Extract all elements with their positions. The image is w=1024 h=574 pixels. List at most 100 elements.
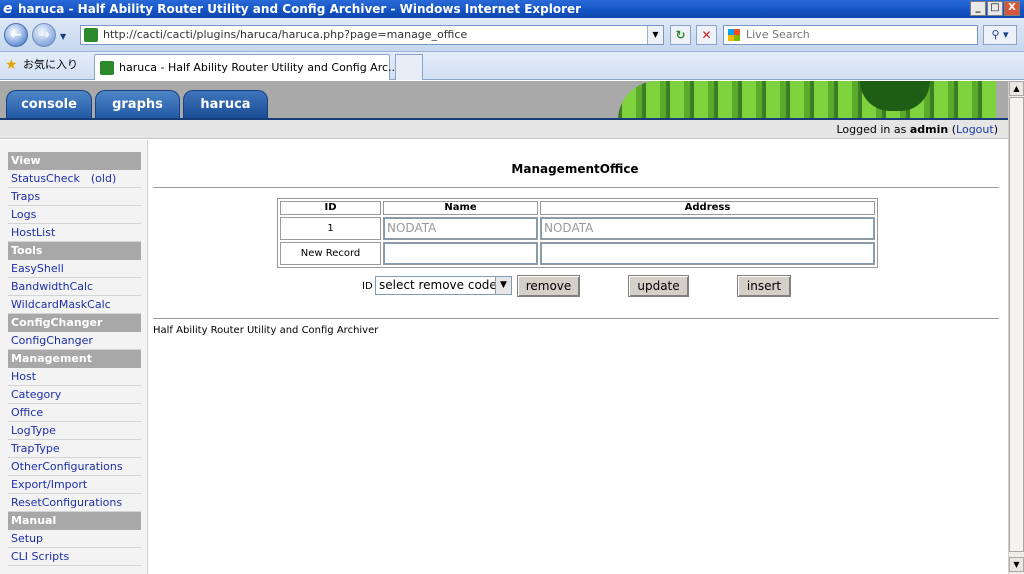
remove-code-value: select remove code: [379, 278, 497, 292]
sidebar-item: HostList: [8, 224, 141, 242]
address-cell: NODATA: [540, 217, 875, 240]
forward-button[interactable]: →: [32, 23, 56, 47]
sidebar-item-link[interactable]: Logs: [11, 208, 36, 221]
tab-graphs[interactable]: graphs: [95, 90, 180, 120]
address-url[interactable]: http://cacti/cacti/plugins/haruca/haruca…: [103, 26, 467, 44]
sidebar-item-link[interactable]: ConfigChanger: [11, 334, 93, 347]
sidebar-item-link[interactable]: BandwidthCalc: [11, 280, 93, 293]
sidebar: View StatusCheck (old) Traps Logs HostList To…: [0, 140, 148, 574]
minimize-button[interactable]: _: [970, 1, 986, 16]
name-input[interactable]: NODATA: [384, 218, 537, 239]
close-window-button[interactable]: X: [1004, 1, 1020, 16]
favorites-bar: ★ お気に入り haruca - Half Ability Router Uti…: [0, 52, 1024, 80]
logout-link[interactable]: Logout: [956, 123, 994, 136]
sidebar-item: CLI Scripts: [8, 548, 141, 566]
sidebar-item-link[interactable]: CLI Scripts: [11, 550, 69, 563]
sidebar-item-link[interactable]: LogType: [11, 424, 56, 437]
refresh-icon: ↻: [675, 28, 686, 42]
sidebar-section-header: View: [8, 152, 141, 170]
new-tab-button[interactable]: [395, 54, 423, 80]
sidebar-item-link[interactable]: Host: [11, 370, 36, 383]
sidebar-section-header: Manual: [8, 512, 141, 530]
sidebar-item: OtherConfigurations: [8, 458, 141, 476]
sidebar-item-link[interactable]: WildcardMaskCalc: [11, 298, 111, 311]
remove-button[interactable]: remove: [517, 275, 580, 297]
remove-code-select[interactable]: select remove code ▼: [375, 276, 512, 295]
sidebar-item-link[interactable]: EasyShell: [11, 262, 64, 275]
browser-tab-haruca[interactable]: haruca - Half Ability Router Utility and…: [94, 54, 399, 80]
vertical-scrollbar[interactable]: ▲ ▼: [1008, 81, 1024, 574]
search-placeholder: Live Search: [746, 28, 810, 41]
sidebar-item: LogType: [8, 422, 141, 440]
sidebar-item-link[interactable]: Setup: [11, 532, 43, 545]
table-header-row: ID Name Address: [280, 201, 875, 215]
scroll-down-icon[interactable]: ▼: [1009, 557, 1024, 572]
select-arrow-icon[interactable]: ▼: [495, 277, 511, 294]
stop-button[interactable]: ✕: [696, 25, 717, 45]
sidebar-item: Logs: [8, 206, 141, 224]
forward-arrow-icon: →: [38, 27, 50, 43]
name-cell: NODATA: [383, 217, 538, 240]
history-dropdown-icon[interactable]: ▼: [60, 32, 70, 42]
login-user: admin: [909, 123, 949, 136]
update-button[interactable]: update: [628, 275, 689, 297]
sidebar-item: Office: [8, 404, 141, 422]
new-address-input[interactable]: [541, 243, 874, 264]
sidebar-item: Export/Import: [8, 476, 141, 494]
site-favicon-icon: [84, 28, 98, 42]
new-name-cell: [383, 242, 538, 265]
sidebar-item: WildcardMaskCalc: [8, 296, 141, 314]
page-title: ManagementOffice: [511, 162, 639, 176]
ie-logo-icon: e: [3, 1, 13, 17]
cactus-banner-image: [618, 81, 996, 120]
live-search-logo-icon: [728, 29, 740, 41]
sidebar-section-header: Tools: [8, 242, 141, 260]
sidebar-item-link[interactable]: ResetConfigurations: [11, 496, 122, 509]
tab-haruca[interactable]: haruca: [183, 90, 268, 120]
column-header-id: ID: [280, 201, 381, 215]
address-input[interactable]: NODATA: [541, 218, 874, 239]
sidebar-item-link[interactable]: Export/Import: [11, 478, 87, 491]
new-address-cell: [540, 242, 875, 265]
sidebar-section-header: ConfigChanger: [8, 314, 141, 332]
refresh-button[interactable]: ↻: [670, 25, 691, 45]
search-box[interactable]: Live Search: [723, 25, 978, 45]
sidebar-item-link[interactable]: HostList: [11, 226, 55, 239]
scroll-thumb[interactable]: [1009, 97, 1024, 552]
window-title-bar: e haruca - Half Ability Router Utility a…: [0, 0, 1024, 18]
sidebar-item-link[interactable]: Traps: [11, 190, 40, 203]
insert-button[interactable]: insert: [737, 275, 791, 297]
new-name-input[interactable]: [384, 243, 537, 264]
sidebar-item-link[interactable]: TrapType: [11, 442, 60, 455]
address-bar[interactable]: http://cacti/cacti/plugins/haruca/haruca…: [80, 25, 664, 45]
tab-console[interactable]: console: [6, 90, 92, 120]
sidebar-item: TrapType: [8, 440, 141, 458]
tab-favicon-icon: [100, 61, 114, 75]
sidebar-item-link[interactable]: Category: [11, 388, 61, 401]
footer-text: Half Ability Router Utility and Config A…: [153, 325, 379, 336]
action-bar: ID select remove code ▼ remove update in…: [149, 275, 1008, 299]
column-header-address: Address: [540, 201, 875, 215]
maximize-button[interactable]: □: [987, 1, 1003, 16]
table-row-new: New Record: [280, 242, 875, 265]
scroll-up-icon[interactable]: ▲: [1009, 81, 1024, 96]
back-button[interactable]: ←: [4, 23, 28, 47]
sidebar-item: BandwidthCalc: [8, 278, 141, 296]
sidebar-item: StatusCheck (old): [8, 170, 141, 188]
sidebar-item-link[interactable]: Office: [11, 406, 43, 419]
login-status: Logged in as admin (Logout): [836, 123, 998, 136]
stop-icon: ✕: [701, 28, 712, 42]
sidebar-item: Traps: [8, 188, 141, 206]
column-header-name: Name: [383, 201, 538, 215]
address-dropdown-icon[interactable]: ▼: [647, 26, 663, 44]
main-content: ManagementOffice ID Name Address 1 NODAT…: [149, 140, 1008, 574]
sidebar-item: EasyShell: [8, 260, 141, 278]
office-table: ID Name Address 1 NODATA NODATA New Reco…: [277, 198, 878, 268]
search-button[interactable]: ⚲ ▾: [983, 25, 1017, 45]
sidebar-item-link[interactable]: OtherConfigurations: [11, 460, 123, 473]
sidebar-item-link[interactable]: StatusCheck (old): [11, 172, 116, 185]
favorites-button[interactable]: お気に入り: [23, 58, 78, 72]
browser-tab-title: haruca - Half Ability Router Utility and…: [119, 61, 399, 74]
back-arrow-icon: ←: [10, 27, 22, 43]
favorites-star-icon[interactable]: ★: [5, 58, 18, 72]
